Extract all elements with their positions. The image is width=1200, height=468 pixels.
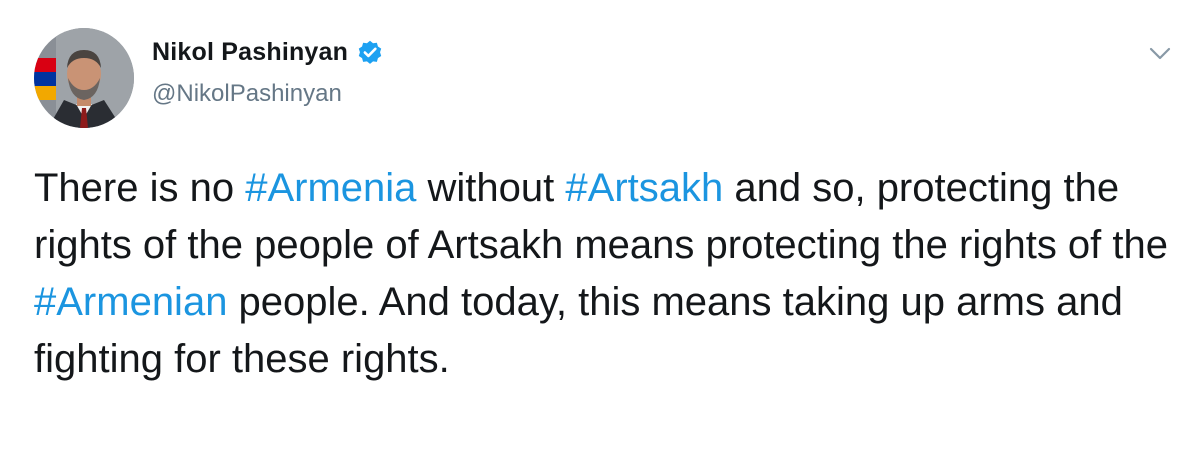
tweet-text-segment: without	[416, 166, 566, 210]
tweet-card: Nikol Pashinyan @NikolPashinyan There is…	[0, 0, 1200, 468]
tweet-text: There is no #Armenia without #Artsakh an…	[34, 160, 1174, 388]
author-handle[interactable]: @NikolPashinyan	[152, 80, 342, 108]
author-name-row: Nikol Pashinyan	[152, 38, 384, 67]
hashtag-link[interactable]: #Armenia	[245, 166, 416, 210]
hashtag-link[interactable]: #Artsakh	[565, 166, 723, 210]
author-display-name[interactable]: Nikol Pashinyan	[152, 38, 348, 67]
avatar-photo	[34, 28, 134, 128]
avatar[interactable]	[34, 28, 134, 128]
hashtag-link[interactable]: #Armenian	[34, 280, 227, 324]
tweet-text-segment: There is no	[34, 166, 246, 210]
tweet-menu-button[interactable]	[1142, 36, 1178, 72]
verified-badge-icon	[356, 39, 384, 67]
chevron-down-icon	[1149, 47, 1171, 60]
